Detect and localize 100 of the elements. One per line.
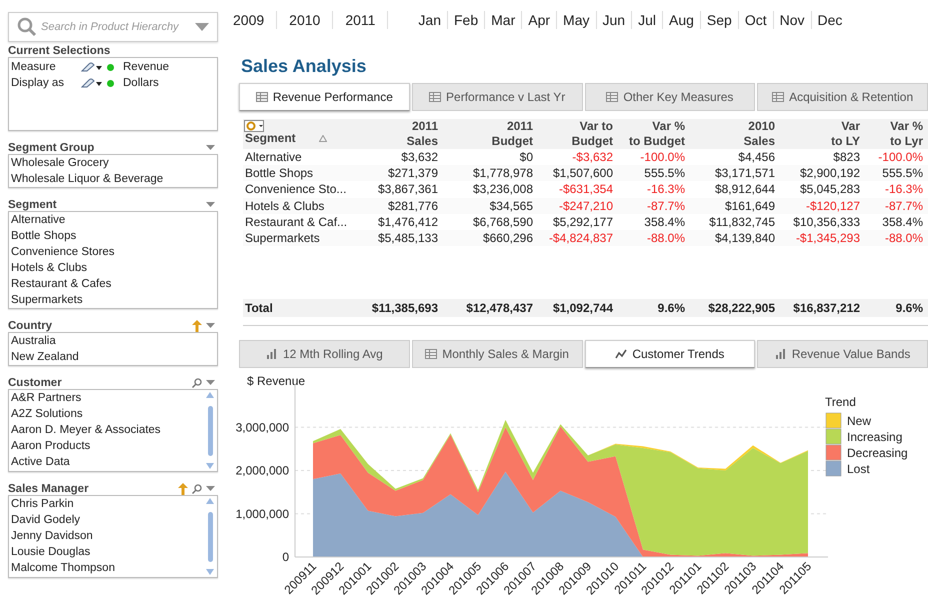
list-item[interactable]: Convenience Stores (11, 244, 215, 260)
month-button[interactable]: Jan (412, 11, 448, 29)
table-cell-text: -16.3% (884, 181, 924, 198)
arrow-up-icon[interactable] (178, 482, 188, 494)
dropdown-icon[interactable] (206, 323, 215, 328)
table-cell-text: Hotels & Clubs (244, 198, 326, 214)
scroll-down-icon[interactable] (206, 463, 214, 469)
month-button[interactable]: Aug (662, 11, 701, 29)
column-header[interactable]: 2011 Budget (440, 119, 535, 149)
eraser-icon[interactable] (81, 78, 103, 88)
column-header[interactable]: 2010 Sales (687, 119, 777, 149)
dropdown-icon[interactable] (206, 145, 215, 150)
month-button[interactable]: Sep (700, 11, 739, 29)
month-button[interactable]: Dec (812, 11, 848, 29)
column-header[interactable]: Var to Budget (535, 119, 615, 149)
listbox-title: Segment Group (8, 142, 94, 154)
table-cell-text: $2,900,192 (798, 165, 861, 182)
month-button[interactable]: May (557, 11, 596, 29)
list-item[interactable]: Wholesale Grocery (11, 155, 215, 171)
table-cell-text: -$247,210 (558, 198, 614, 214)
list-item[interactable]: David Godely (11, 512, 203, 528)
listbox-title: Customer (8, 376, 62, 388)
list-item[interactable]: Hotels & Clubs (11, 260, 215, 276)
list-item[interactable]: Active Data (11, 454, 203, 470)
tab[interactable]: 12 Mth Rolling Avg (239, 340, 410, 368)
cycle-icon[interactable] (244, 120, 264, 132)
list-item[interactable]: Wholesale Liquor & Beverage (11, 171, 215, 187)
status-dot-icon (107, 80, 114, 86)
table-cell-text: -$120,127 (804, 198, 861, 214)
dropdown-icon[interactable] (206, 202, 215, 207)
column-header[interactable]: Segment (243, 119, 355, 149)
search-bar[interactable]: Search in Product Hierarchy (8, 12, 218, 42)
listbox-title: Sales Manager (8, 482, 89, 494)
table-icon (606, 92, 618, 102)
scroll-down-icon[interactable] (206, 569, 214, 575)
list-item[interactable]: Jenny Davidson (11, 528, 203, 544)
tab[interactable]: Customer Trends (584, 340, 756, 368)
column-header[interactable]: Var to LY (777, 119, 862, 149)
status-dot-icon (107, 64, 114, 70)
legend-label: New (847, 414, 872, 428)
month-button[interactable]: Jul (632, 11, 663, 29)
search-icon[interactable] (192, 378, 202, 388)
list-item[interactable]: Bottle Shops (11, 228, 215, 244)
table-cell-text: 9.6% (656, 300, 686, 317)
list-item[interactable]: Restaurant & Cafes (11, 276, 215, 292)
search-icon[interactable] (192, 484, 202, 494)
table-cell-text: $16,837,212 (792, 300, 861, 317)
dropdown-icon[interactable] (206, 380, 215, 385)
listbox-title: Country (8, 320, 52, 332)
tab[interactable]: Other Key Measures (584, 83, 756, 111)
tick-label: 0 (282, 550, 289, 564)
page-title: Sales Analysis (241, 56, 368, 77)
list-item[interactable]: Malcome Thompson (11, 560, 203, 576)
column-header[interactable]: Var % to Lyr (862, 119, 925, 149)
month-button[interactable]: Mar (485, 11, 522, 29)
scroll-up-icon[interactable] (206, 392, 214, 398)
table-cell-text: -$1,345,293 (794, 230, 861, 246)
arrow-up-icon[interactable] (192, 320, 202, 332)
tab[interactable]: Acquisition & Retention (757, 83, 928, 111)
month-button[interactable]: Nov (774, 11, 812, 29)
dropdown-icon[interactable] (206, 486, 215, 491)
tab[interactable]: Revenue Value Bands (757, 340, 928, 368)
scroll-up-icon[interactable] (206, 498, 214, 504)
bar-chart-icon (774, 349, 787, 359)
month-button[interactable]: Feb (448, 11, 486, 29)
list-item[interactable]: A&R Partners (11, 390, 203, 406)
column-header[interactable]: Var % to Budget (615, 119, 687, 149)
table-cell-text: $281,776 (386, 198, 439, 214)
listbox-title: Segment (8, 198, 57, 210)
list-item[interactable]: New Zealand (11, 349, 215, 365)
month-button[interactable]: Oct (738, 11, 774, 29)
list-item[interactable]: Supermarkets (11, 292, 215, 308)
table-cell-text: $12,478,437 (465, 300, 534, 317)
scrollbar[interactable] (206, 498, 214, 575)
table-cell-text: $1,092,744 (552, 300, 614, 317)
list-item[interactable]: Lousie Douglas (11, 544, 203, 560)
axis-label: $ Revenue (247, 374, 306, 388)
table-icon (256, 92, 268, 102)
tab[interactable]: Performance v Last Yr (412, 83, 582, 111)
list-item[interactable]: Aaron D. Meyer & Associates (11, 422, 203, 438)
field-label: Display as (11, 77, 66, 89)
list-item[interactable]: Alternative (11, 212, 215, 228)
year-button[interactable]: 2011 (333, 11, 388, 29)
scrollbar[interactable] (206, 392, 214, 469)
list-item[interactable]: Chris Parkin (11, 496, 203, 512)
year-button[interactable]: 2010 (277, 11, 334, 29)
month-button[interactable]: Jun (596, 11, 632, 29)
list-item[interactable]: Aaron Products (11, 438, 203, 454)
tab[interactable]: Revenue Performance (239, 83, 410, 111)
column-header[interactable]: 2011 Sales (355, 119, 440, 149)
list-item[interactable]: A2Z Solutions (11, 406, 203, 422)
month-button[interactable]: Apr (522, 11, 558, 29)
eraser-icon[interactable] (81, 62, 103, 72)
table-cell-text: $823 (832, 149, 861, 166)
table-cell-text: $4,456 (737, 149, 776, 166)
search-icon (17, 17, 37, 37)
table-cell-text: -87.7% (646, 198, 686, 214)
list-item[interactable]: Australia (11, 333, 215, 349)
year-button[interactable]: 2009 (233, 11, 278, 29)
tab[interactable]: Monthly Sales & Margin (412, 340, 582, 368)
